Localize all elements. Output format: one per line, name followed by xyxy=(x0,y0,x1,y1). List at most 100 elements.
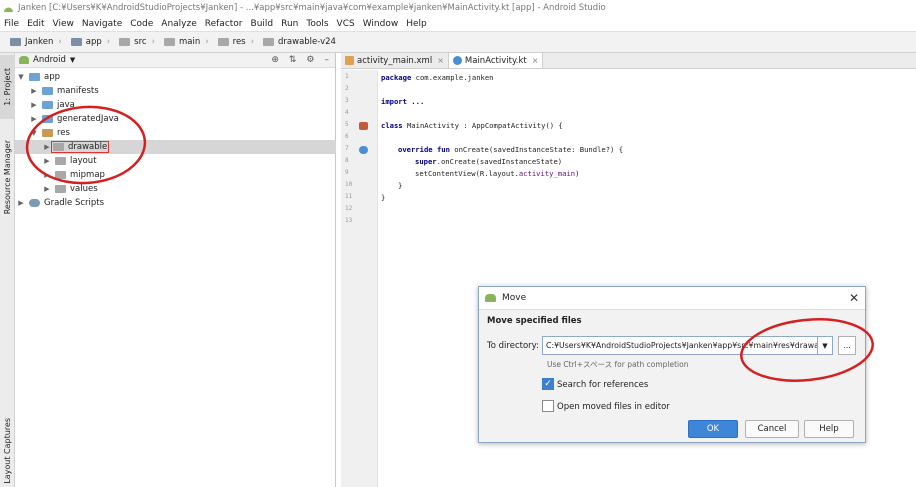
menu-analyze[interactable]: Analyze xyxy=(161,19,196,29)
folder-icon xyxy=(119,38,131,46)
code-text: .onCreate(savedInstanceState) xyxy=(436,157,563,166)
breadcrumb-item[interactable]: res › xyxy=(214,37,254,47)
tab-activity-main-xml[interactable]: activity_main.xml × xyxy=(341,53,449,68)
menu-tools[interactable]: Tools xyxy=(306,19,328,29)
expanded-arrow-icon[interactable]: ▼ xyxy=(17,73,25,81)
tree-item-res[interactable]: ▼ res xyxy=(15,126,336,140)
tree-item-values[interactable]: ▶ values xyxy=(15,182,336,196)
locate-icon[interactable]: ⊕ xyxy=(271,55,279,65)
chevron-down-icon[interactable]: ▼ xyxy=(817,336,833,355)
chevron-right-icon: › xyxy=(151,37,155,47)
folder-icon xyxy=(55,185,66,193)
override-gutter-icon[interactable] xyxy=(359,146,368,154)
collapsed-arrow-icon[interactable]: ▶ xyxy=(30,101,38,109)
open-moved-files-checkbox[interactable] xyxy=(542,400,554,412)
project-panel-tools: ⊕ ⇅ ⚙ – xyxy=(271,55,329,65)
breadcrumb: Janken › app › src › main › res › drawable-v2… xyxy=(0,31,916,53)
collapsed-arrow-icon[interactable]: ▶ xyxy=(43,157,51,165)
tree-item-label: app xyxy=(44,72,60,82)
breadcrumb-label: res xyxy=(232,37,246,47)
module-folder-icon xyxy=(29,73,40,81)
tab-layout-captures[interactable]: Layout Captures xyxy=(0,415,15,487)
collapsed-arrow-icon[interactable]: ▶ xyxy=(30,87,38,95)
open-moved-files-label[interactable]: Open moved files in editor xyxy=(557,402,670,412)
collapsed-arrow-icon[interactable]: ▶ xyxy=(43,143,51,151)
code-text: } xyxy=(381,193,386,202)
gear-icon[interactable]: ⚙ xyxy=(306,55,314,65)
hide-panel-icon[interactable]: – xyxy=(325,55,330,65)
keyword: package xyxy=(381,73,412,82)
tree-item-generatedjava[interactable]: ▶ generatedJava xyxy=(15,112,336,126)
collapse-all-icon[interactable]: ⇅ xyxy=(289,55,297,65)
collapsed-arrow-icon[interactable]: ▶ xyxy=(30,115,38,123)
menu-refactor[interactable]: Refactor xyxy=(205,19,243,29)
browse-button[interactable]: ... xyxy=(838,336,856,355)
tree-item-java[interactable]: ▶ java xyxy=(15,98,336,112)
android-icon xyxy=(19,56,29,64)
to-directory-value: C:¥Users¥K¥AndroidStudioProjects¥Janken¥… xyxy=(546,341,818,350)
tree-item-app[interactable]: ▼ app xyxy=(15,70,336,84)
chevron-right-icon: › xyxy=(58,37,62,47)
cancel-button[interactable]: Cancel xyxy=(745,420,799,438)
menu-edit[interactable]: Edit xyxy=(27,19,44,29)
code-text: setContentView(R.layout. xyxy=(415,169,519,178)
collapsed-arrow-icon[interactable]: ▶ xyxy=(43,171,51,179)
chevron-down-icon[interactable]: ▼ xyxy=(70,56,75,64)
help-button[interactable]: Help xyxy=(804,420,854,438)
class-gutter-icon[interactable] xyxy=(359,122,368,130)
folder-icon xyxy=(42,101,53,109)
line-number: 9 xyxy=(345,169,349,176)
breadcrumb-item[interactable]: drawable-v24 xyxy=(259,37,336,47)
tree-item-drawable[interactable]: ▶ drawable xyxy=(15,140,336,154)
menu-window[interactable]: Window xyxy=(363,19,399,29)
breadcrumb-label: src xyxy=(134,37,147,47)
tab-resource-manager[interactable]: Resource Manager xyxy=(0,121,15,233)
search-references-checkbox[interactable]: ✓ xyxy=(542,378,554,390)
tab-label: MainActivity.kt xyxy=(464,55,527,66)
menu-help[interactable]: Help xyxy=(406,19,427,29)
tree-item-manifests[interactable]: ▶ manifests xyxy=(15,84,336,98)
code-line: super.onCreate(savedInstanceState) xyxy=(415,157,562,166)
code-text: ) xyxy=(575,169,580,178)
ok-label: OK xyxy=(706,424,720,434)
folder-icon xyxy=(53,143,64,151)
keyword: import xyxy=(381,97,407,106)
menu-run[interactable]: Run xyxy=(281,19,298,29)
close-icon[interactable]: × xyxy=(532,56,539,65)
tree-item-mipmap[interactable]: ▶ mipmap xyxy=(15,168,336,182)
menu-code[interactable]: Code xyxy=(130,19,153,29)
line-number: 2 xyxy=(345,85,349,92)
menu-vcs[interactable]: VCS xyxy=(337,19,355,29)
menu-navigate[interactable]: Navigate xyxy=(82,19,122,29)
drawable-highlight: drawable xyxy=(51,141,110,153)
line-number: 7 xyxy=(345,145,349,152)
close-icon[interactable]: ✕ xyxy=(849,291,859,305)
dialog-title: Move xyxy=(502,293,527,303)
browse-label: ... xyxy=(843,341,851,350)
menu-build[interactable]: Build xyxy=(251,19,274,29)
breadcrumb-item[interactable]: src › xyxy=(115,37,155,47)
kotlin-class-icon xyxy=(452,56,462,65)
tree-item-gradle-scripts[interactable]: ▶ Gradle Scripts xyxy=(15,196,336,210)
to-directory-input[interactable]: C:¥Users¥K¥AndroidStudioProjects¥Janken¥… xyxy=(542,336,818,355)
breadcrumb-item[interactable]: Janken › xyxy=(6,37,62,47)
breadcrumb-item[interactable]: app › xyxy=(67,37,110,47)
menu-file[interactable]: File xyxy=(4,19,19,29)
chevron-right-icon: › xyxy=(205,37,209,47)
breadcrumb-item[interactable]: main › xyxy=(160,37,209,47)
collapsed-arrow-icon[interactable]: ▶ xyxy=(43,185,51,193)
folder-icon xyxy=(163,38,175,46)
line-number: 6 xyxy=(345,133,349,140)
dialog-titlebar: Move xyxy=(479,287,865,309)
close-icon[interactable]: × xyxy=(437,56,444,65)
tab-layout-captures-label: Layout Captures xyxy=(3,418,12,484)
menu-view[interactable]: View xyxy=(53,19,74,29)
search-references-label[interactable]: Search for references xyxy=(557,380,648,390)
expanded-arrow-icon[interactable]: ▼ xyxy=(30,129,38,137)
tab-project[interactable]: 1: Project xyxy=(0,55,15,119)
project-view-selector[interactable]: Android xyxy=(33,55,66,65)
ok-button[interactable]: OK xyxy=(688,420,738,438)
tree-item-layout[interactable]: ▶ layout xyxy=(15,154,336,168)
collapsed-arrow-icon[interactable]: ▶ xyxy=(17,199,25,207)
tab-mainactivity-kt[interactable]: MainActivity.kt × xyxy=(448,53,544,68)
